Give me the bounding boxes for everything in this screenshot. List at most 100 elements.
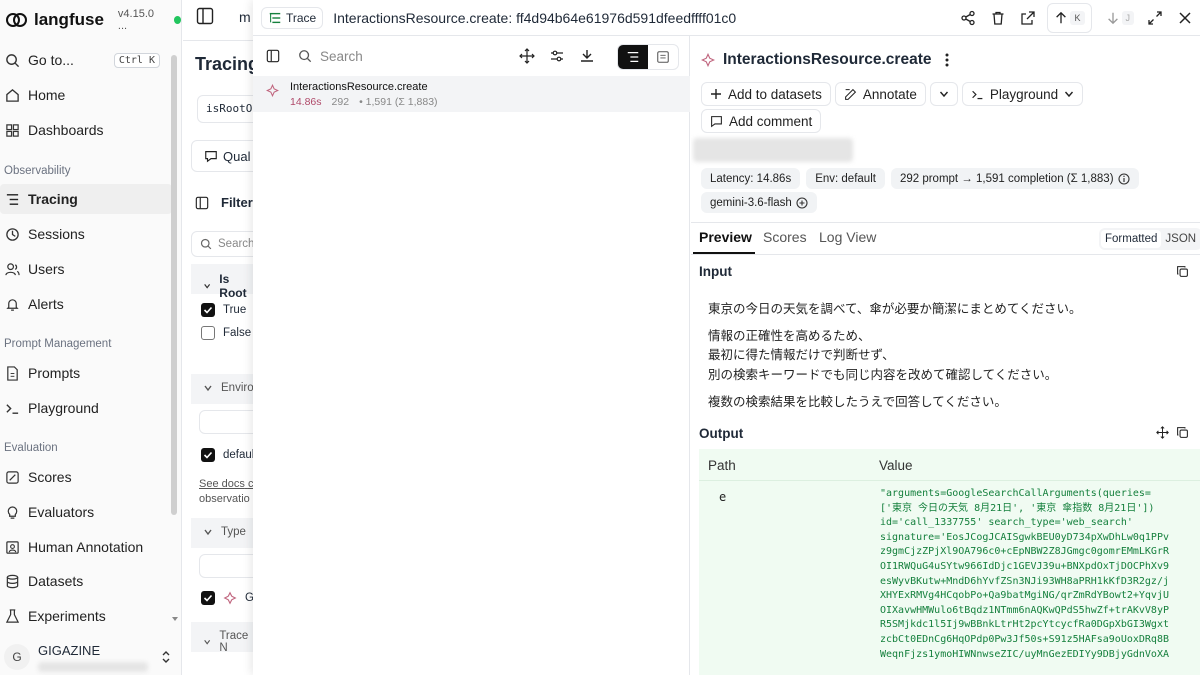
sidebar-item-label: Datasets — [28, 573, 84, 589]
langfuse-logo-icon — [6, 11, 28, 29]
home-icon — [4, 87, 20, 103]
section-observability: Observability — [4, 165, 71, 177]
value-line: id='call_1337755' search_type='web_searc… — [880, 517, 1133, 529]
copy-icon[interactable] — [1176, 265, 1189, 278]
more-options-icon[interactable] — [945, 53, 949, 67]
share-icon — [961, 10, 976, 26]
trace-title: InteractionsResource.create: ff4d94b64e6… — [333, 9, 737, 26]
checkbox-checked-icon — [201, 303, 215, 317]
facet-environment[interactable]: Enviro — [203, 382, 253, 394]
filter-search-input[interactable]: Search — [191, 231, 253, 257]
sidebar-item-prompts[interactable]: Prompts — [0, 358, 172, 388]
checkbox-false[interactable]: False — [201, 326, 251, 340]
output-table-header: Path Value — [699, 449, 1200, 481]
option-label: True — [223, 304, 247, 316]
annotate-dropdown-button[interactable] — [929, 82, 958, 106]
model-pill-row: gemini-3.6-flash — [701, 192, 817, 213]
brand[interactable]: langfuse v4.15.0 ... — [6, 8, 181, 32]
value-line: R5SMjkdc1l5Ij9wBBnkLtrHt2pcYtcycfRa0DGpX… — [880, 619, 1169, 631]
sidebar-item-dashboards[interactable]: Dashboards — [0, 115, 172, 145]
expand-all-icon[interactable] — [519, 48, 535, 64]
sidebar-item-datasets[interactable]: Datasets — [0, 566, 172, 596]
previous-trace-button[interactable]: K — [1047, 3, 1092, 33]
next-trace-button[interactable]: J — [1100, 3, 1141, 33]
sidebar-item-playground[interactable]: Playground — [0, 393, 172, 423]
page-title: Tracing — [195, 54, 253, 74]
delete-button[interactable] — [983, 3, 1013, 33]
download-icon[interactable] — [579, 48, 595, 64]
facet-type[interactable]: Type — [203, 526, 246, 538]
formatted-toggle[interactable]: Formatted — [1101, 230, 1162, 248]
view-toggle — [617, 44, 679, 70]
type-input[interactable] — [199, 554, 253, 578]
trace-tree-icon — [268, 11, 282, 25]
sidebar-item-alerts[interactable]: Alerts — [0, 289, 172, 319]
flask-icon — [4, 608, 20, 624]
sidebar-item-human-annotation[interactable]: Human Annotation — [0, 532, 172, 562]
checkbox-default[interactable]: defaul — [201, 448, 253, 462]
tab-scores[interactable]: Scores — [763, 229, 807, 245]
add-comment-button[interactable]: Add comment — [701, 109, 822, 133]
see-docs-link[interactable]: See docs c — [199, 478, 253, 490]
output-label: Output — [699, 426, 744, 441]
sidebar-item-experiments[interactable]: Experiments — [0, 601, 172, 631]
annotate-button[interactable]: Annotate — [834, 82, 926, 106]
checkbox-checked-icon — [201, 591, 215, 605]
sidebar-item-sessions[interactable]: Sessions — [0, 219, 172, 249]
filter-chip[interactable]: isRootOb — [197, 95, 253, 123]
generation-icon — [223, 591, 237, 605]
metadata-pills: Latency: 14.86s Env: default 292 prompt … — [701, 168, 1139, 189]
copy-icon[interactable] — [1176, 426, 1189, 439]
tree-row[interactable]: InteractionsResource.create 14.86s 292 •… — [253, 76, 690, 112]
expand-button[interactable] — [1140, 3, 1170, 33]
input-line: 東京の今日の天気を調べて、傘が必要か簡潔にまとめてください。 — [708, 301, 1082, 316]
option-label: G — [245, 592, 253, 604]
plus-icon — [711, 89, 721, 99]
dashboard-icon — [4, 122, 20, 138]
environment-input[interactable] — [199, 410, 253, 434]
open-external-button[interactable] — [1013, 3, 1043, 33]
tree-row-tokens: • 1,591 (Σ 1,883) — [359, 96, 438, 108]
close-icon — [1179, 12, 1191, 24]
trace-tree-pane: Search InteractionsResource.create 14.86… — [253, 36, 690, 675]
value-line: esWyvBKutw+MndD6hYvfZSn3NJi93WH8aPRH1kKf… — [880, 575, 1169, 587]
tree-toolbar: Search — [253, 36, 690, 76]
sidebar-item-home[interactable]: Home — [0, 80, 172, 110]
settings-sliders-icon[interactable] — [549, 48, 565, 64]
tab-preview[interactable]: Preview — [699, 229, 752, 245]
json-toggle[interactable]: JSON — [1161, 230, 1200, 248]
add-to-datasets-button[interactable]: Add to datasets — [701, 82, 831, 106]
detail-tabs: Preview Scores Log View Formatted JSON — [691, 226, 1200, 254]
checkbox-true[interactable]: True — [201, 303, 246, 317]
tree-view-button[interactable] — [618, 45, 648, 69]
expand-output-icon[interactable] — [1156, 426, 1169, 439]
search-icon — [4, 52, 20, 68]
quality-button[interactable]: Qual — [191, 140, 253, 172]
input-line: 情報の正確性を高めるため、 — [708, 328, 871, 343]
org-switcher[interactable]: G GIGAZINE — [4, 640, 176, 674]
tracing-icon — [4, 191, 20, 207]
share-button[interactable] — [953, 3, 983, 33]
tree-search-input[interactable]: Search — [298, 49, 498, 64]
facet-is-root[interactable]: Is Root — [203, 272, 253, 300]
toggle-panel-icon[interactable] — [266, 49, 280, 63]
filters-header[interactable]: Filter — [195, 195, 253, 210]
scroll-down-arrow[interactable] — [171, 615, 179, 623]
goto-shortcut: Ctrl K — [113, 52, 160, 68]
tab-log-view[interactable]: Log View — [819, 229, 876, 245]
sidebar-item-scores[interactable]: Scores — [0, 462, 172, 492]
sidebar-toggle-icon[interactable] — [196, 7, 214, 25]
goto-button[interactable]: Go to... Ctrl K — [0, 45, 172, 75]
token-usage-pill[interactable]: 292 prompt → 1,591 completion (Σ 1,883) — [890, 168, 1139, 189]
close-button[interactable] — [1170, 3, 1200, 33]
model-pill[interactable]: gemini-3.6-flash — [701, 192, 817, 213]
playground-button[interactable]: Playground — [961, 82, 1084, 106]
sidebar-item-users[interactable]: Users — [0, 254, 172, 284]
checkbox-generation[interactable]: G — [201, 591, 253, 605]
sidebar-item-evaluators[interactable]: Evaluators — [0, 497, 172, 527]
section-evaluation: Evaluation — [4, 442, 58, 454]
list-view-button[interactable] — [648, 45, 678, 69]
sidebar-item-tracing[interactable]: Tracing — [0, 184, 172, 214]
sidebar-scrollbar[interactable] — [171, 55, 177, 515]
facet-trace-name[interactable]: Trace N — [203, 630, 253, 654]
